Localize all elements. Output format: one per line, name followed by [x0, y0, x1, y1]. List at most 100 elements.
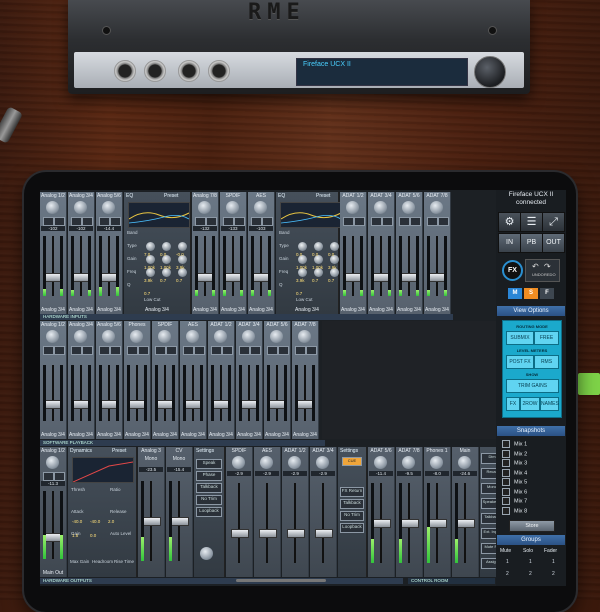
channel-route-label[interactable]: Analog 3/4: [340, 307, 366, 313]
mixer-layout-icon[interactable]: ☰: [520, 212, 543, 232]
mute-button[interactable]: [127, 346, 138, 355]
low-cut-label[interactable]: Low Cut: [144, 297, 161, 302]
fader-handle[interactable]: [373, 519, 391, 528]
channel-route-label[interactable]: Analog 3/4: [264, 432, 290, 438]
snapshot-item[interactable]: Mix 3: [502, 459, 527, 467]
fader-handle[interactable]: [401, 519, 419, 528]
channel-route-label[interactable]: Analog 3/4: [236, 432, 262, 438]
snapshot-item[interactable]: Mix 1: [502, 440, 527, 448]
gain-knob[interactable]: [46, 456, 59, 469]
snapshot-checkbox[interactable]: [502, 478, 510, 486]
settings-button[interactable]: Talkback: [340, 499, 364, 509]
snapshot-checkbox[interactable]: [502, 459, 510, 467]
dynamics-bottom-label[interactable]: Max Gain: [70, 559, 89, 564]
preset-dropdown[interactable]: Preset: [112, 448, 126, 454]
mute-button[interactable]: [155, 346, 166, 355]
settings-button[interactable]: FX Return: [340, 487, 364, 497]
snapshot-checkbox[interactable]: [502, 468, 510, 477]
fader-handle[interactable]: [429, 519, 447, 528]
channel-route-label[interactable]: Analog 3/4: [96, 307, 122, 313]
solo-button[interactable]: [54, 472, 65, 481]
gain-knob[interactable]: [102, 330, 115, 343]
settings-button[interactable]: Loopback: [196, 507, 222, 517]
view-options-header[interactable]: View Options: [497, 306, 565, 316]
gain-knob[interactable]: [46, 330, 59, 343]
mute-button[interactable]: [195, 217, 206, 226]
gain-knob[interactable]: [430, 201, 443, 214]
mono-label[interactable]: Mono: [138, 456, 164, 462]
solo-button[interactable]: [234, 217, 245, 226]
gain-knob[interactable]: [346, 201, 359, 214]
solo-button[interactable]: [54, 217, 65, 226]
gain-knob[interactable]: [270, 330, 283, 343]
io-pb-button[interactable]: PB: [520, 233, 543, 253]
mute-button[interactable]: [295, 346, 306, 355]
mute-button[interactable]: [399, 217, 410, 226]
f-button[interactable]: F: [540, 288, 554, 299]
mono-label[interactable]: Mono: [166, 456, 192, 462]
snapshot-item[interactable]: Mix 6: [502, 487, 527, 496]
channel-route-label[interactable]: Analog 3/4: [292, 432, 318, 438]
gain-knob[interactable]: [158, 330, 171, 343]
mute-button[interactable]: [99, 346, 110, 355]
eq-curve-graph[interactable]: [128, 202, 190, 228]
gain-knob[interactable]: [74, 330, 87, 343]
snapshot-checkbox[interactable]: [502, 497, 510, 505]
free-button[interactable]: FREE: [534, 331, 559, 345]
io-in-button[interactable]: IN: [498, 233, 521, 253]
channel-route-label[interactable]: Analog 3/4: [424, 307, 450, 313]
gain-knob[interactable]: [298, 330, 311, 343]
mute-button[interactable]: [223, 217, 234, 226]
preset-dropdown[interactable]: Preset: [164, 193, 178, 199]
group-solo-2[interactable]: 2: [529, 571, 532, 577]
channel-route-label[interactable]: Analog 3/4: [396, 307, 422, 313]
snapshot-item[interactable]: Mix 7: [502, 497, 527, 505]
settings-button[interactable]: No Trim: [340, 511, 364, 521]
channel-route-label[interactable]: Analog 3/4: [124, 307, 190, 313]
settings-button[interactable]: Talkback: [196, 483, 222, 493]
group-solo-1[interactable]: 1: [529, 559, 532, 565]
eq-knob[interactable]: [162, 242, 171, 251]
fader-handle[interactable]: [457, 519, 475, 528]
gain-knob[interactable]: [254, 201, 267, 214]
gain-knob[interactable]: [402, 201, 415, 214]
snapshot-checkbox[interactable]: [502, 487, 510, 496]
solo-button[interactable]: [438, 217, 449, 226]
fader-handle[interactable]: [259, 529, 277, 538]
preset-dropdown[interactable]: Preset: [316, 193, 330, 199]
trim-knob[interactable]: [288, 456, 301, 469]
names-button[interactable]: NAMES: [540, 397, 559, 411]
store-button[interactable]: Store: [509, 520, 555, 532]
channel-route-label[interactable]: Analog 3/4: [96, 432, 122, 438]
settings-button[interactable]: Loopback: [340, 523, 364, 533]
solo-button[interactable]: [262, 217, 273, 226]
gain-knob[interactable]: [198, 201, 211, 214]
fader-handle[interactable]: [143, 517, 161, 526]
trim-gains-button[interactable]: TRIM GAINS: [506, 379, 559, 393]
channel-route-label[interactable]: Analog 3/4: [220, 307, 246, 313]
undo-icon[interactable]: ↶: [532, 262, 539, 271]
gain-knob[interactable]: [374, 201, 387, 214]
channel-route-label[interactable]: Analog 3/4: [40, 307, 66, 313]
gain-knob[interactable]: [186, 330, 199, 343]
mute-button[interactable]: [343, 217, 354, 226]
channel-route-label[interactable]: Analog 3/4: [124, 432, 150, 438]
snapshot-checkbox[interactable]: [502, 440, 510, 448]
solo-button[interactable]: [194, 346, 205, 355]
eq-knob[interactable]: [314, 242, 323, 251]
eq-knob[interactable]: [330, 242, 339, 251]
channel-route-label[interactable]: Analog 3/4: [192, 307, 218, 313]
mute-button[interactable]: [183, 346, 194, 355]
solo-button[interactable]: [250, 346, 261, 355]
m-button[interactable]: M: [508, 288, 522, 299]
mute-button[interactable]: [239, 346, 250, 355]
solo-button[interactable]: [354, 217, 365, 226]
fullscreen-icon[interactable]: ⤢: [542, 212, 565, 232]
gain-knob[interactable]: [242, 330, 255, 343]
solo-button[interactable]: [82, 217, 93, 226]
solo-button[interactable]: [54, 346, 65, 355]
channel-route-label[interactable]: Analog 3/4: [152, 432, 178, 438]
gain-knob[interactable]: [226, 201, 239, 214]
trim-knob[interactable]: [260, 456, 273, 469]
s-button[interactable]: S: [524, 288, 538, 299]
